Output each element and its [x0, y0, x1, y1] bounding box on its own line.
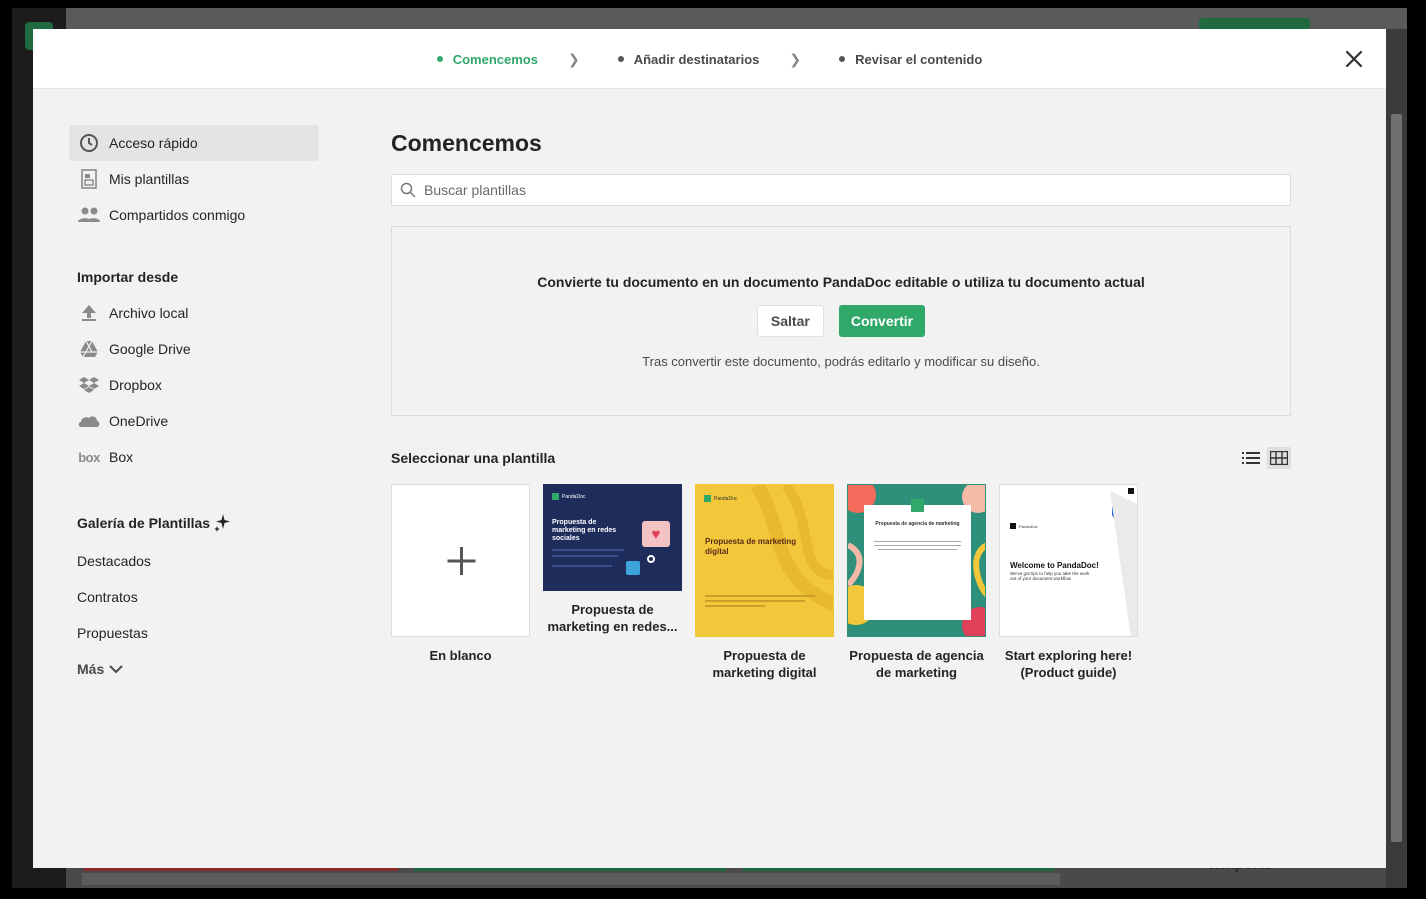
sidebar-item-quick-access[interactable]: Acceso rápido: [69, 125, 319, 161]
thumb-pattern: [750, 485, 833, 612]
gallery-proposals[interactable]: Propuestas: [69, 615, 319, 651]
view-toggle: [1239, 447, 1291, 469]
gallery-more[interactable]: Más: [69, 651, 319, 687]
thumb-title: Propuesta de marketing en redes sociales: [552, 519, 617, 542]
step-dot-icon: [839, 56, 846, 62]
main-content: Comencemos Convierte tu documento en un …: [391, 125, 1291, 680]
gallery-featured[interactable]: Destacados: [69, 543, 319, 579]
template-card-product-guide[interactable]: PandaDoc Welcome to PandaDoc! We've got …: [999, 484, 1138, 681]
sidebar-item-shared-with-me[interactable]: Compartidos conmigo: [69, 197, 319, 233]
template-thumbnail: PandaDoc Welcome to PandaDoc! We've got …: [999, 484, 1138, 637]
step-comencemos[interactable]: Comencemos: [436, 51, 538, 67]
convert-note: Tras convertir este documento, podrás ed…: [642, 354, 1040, 369]
import-onedrive[interactable]: OneDrive: [69, 403, 319, 439]
google-drive-icon: [77, 337, 101, 361]
template-grid: En blanco PandaDoc Propuesta de marketin…: [391, 484, 1138, 681]
template-label: Start exploring here! (Product guide): [1004, 648, 1133, 680]
wizard-steps: Comencemos ❯ Añadir destinatarios ❯ Revi…: [33, 29, 1386, 89]
thumb-page: Propuesta de agencia de marketing: [864, 499, 971, 620]
import-dropbox[interactable]: Dropbox: [69, 367, 319, 403]
template-label: Propuesta de agencia de marketing: [849, 648, 984, 680]
template-card-blank[interactable]: En blanco: [391, 484, 530, 681]
convert-button[interactable]: Convertir: [838, 305, 926, 337]
thumb-subtitle: We've got tips to help you take the work…: [1010, 571, 1090, 581]
horizontal-scrollbar[interactable]: [82, 873, 1060, 885]
box-icon: box: [78, 449, 100, 465]
plus-icon: [447, 547, 476, 575]
select-template-heading: Seleccionar una plantilla: [391, 450, 556, 466]
template-thumbnail: Propuesta de agencia de marketing: [847, 484, 986, 637]
import-label: Dropbox: [109, 377, 162, 393]
gallery-contracts[interactable]: Contratos: [69, 579, 319, 615]
modal-sidebar: Acceso rápido Mis plantillas Compartidos…: [69, 125, 319, 687]
template-thumbnail: PandaDoc Propuesta de marketing digital: [695, 484, 834, 637]
thumb-title: Welcome to PandaDoc!: [1010, 561, 1099, 570]
search-box[interactable]: [391, 174, 1291, 206]
clock-icon: [77, 131, 101, 155]
thumb-title: Propuesta de marketing digital: [705, 537, 797, 556]
step-review-content[interactable]: Revisar el contenido: [839, 52, 982, 67]
convert-panel: Convierte tu documento en un documento P…: [391, 226, 1291, 416]
import-heading: Importar desde: [77, 269, 179, 285]
convert-message: Convierte tu documento en un documento P…: [537, 274, 1145, 290]
chevron-down-icon: [109, 664, 123, 674]
page-title: Comencemos: [391, 130, 542, 156]
grid-view-icon[interactable]: [1267, 447, 1291, 469]
import-label: Archivo local: [109, 305, 189, 321]
import-label: Google Drive: [109, 341, 191, 357]
import-label: Box: [109, 449, 134, 465]
step-dot-icon: [617, 56, 624, 62]
template-label: Propuesta de marketing digital: [712, 648, 817, 680]
thumb-brand: PandaDoc: [704, 495, 737, 502]
import-label: OneDrive: [109, 413, 169, 429]
dropbox-icon: [77, 373, 101, 397]
vertical-scrollbar[interactable]: [1391, 114, 1402, 842]
search-icon: [400, 182, 416, 198]
template-card-agency-marketing[interactable]: Propuesta de agencia de marketing Propue…: [847, 484, 986, 681]
close-icon[interactable]: [1342, 47, 1366, 71]
template-thumbnail: PandaDoc Propuesta de marketing en redes…: [543, 484, 682, 591]
onedrive-icon: [77, 409, 101, 433]
thumb-brand: PandaDoc: [552, 493, 585, 500]
template-thumbnail: [391, 484, 530, 637]
list-view-icon[interactable]: [1239, 447, 1263, 469]
step-dot-icon: [436, 56, 443, 62]
skip-button[interactable]: Saltar: [756, 305, 824, 337]
chevron-right-icon: ❯: [567, 50, 580, 67]
upload-icon: [77, 301, 101, 325]
import-google-drive[interactable]: Google Drive: [69, 331, 319, 367]
template-label: Propuesta de marketing en redes...: [547, 602, 678, 634]
import-box[interactable]: box Box: [69, 439, 319, 475]
gallery-heading-label: Galería de Plantillas: [77, 515, 211, 531]
pandadoc-logo-icon: [911, 499, 924, 512]
step-label: Revisar el contenido: [855, 51, 983, 67]
new-document-modal: Comencemos ❯ Añadir destinatarios ❯ Revi…: [33, 29, 1386, 868]
people-icon: [77, 203, 101, 227]
sidebar-item-label: Compartidos conmigo: [109, 207, 246, 223]
template-icon: [77, 167, 101, 191]
thumb-brand: PandaDoc: [1010, 523, 1038, 529]
template-label: En blanco: [429, 648, 492, 663]
step-label: Añadir destinatarios: [633, 51, 760, 67]
template-card-social-media[interactable]: PandaDoc Propuesta de marketing en redes…: [543, 484, 682, 681]
sidebar-item-label: Mis plantillas: [109, 171, 190, 187]
sparkle-icon: [213, 513, 231, 533]
thumb-title: Propuesta de agencia de marketing: [875, 521, 960, 527]
heart-icon: ♥: [642, 521, 670, 547]
search-input[interactable]: [424, 182, 1274, 198]
more-label: Más: [77, 661, 105, 677]
step-add-recipients[interactable]: Añadir destinatarios: [617, 51, 760, 67]
template-card-digital-marketing[interactable]: PandaDoc Propuesta de marketing digital …: [695, 484, 834, 681]
convert-buttons: Saltar Convertir: [392, 305, 1290, 337]
gallery-heading: Galería de Plantillas: [69, 505, 319, 541]
sidebar-item-my-templates[interactable]: Mis plantillas: [69, 161, 319, 197]
chevron-right-icon: ❯: [789, 50, 802, 67]
import-local-file[interactable]: Archivo local: [69, 295, 319, 331]
modal-header: Comencemos ❯ Añadir destinatarios ❯ Revi…: [33, 29, 1386, 89]
step-label: Comencemos: [452, 51, 538, 67]
sidebar-item-label: Acceso rápido: [109, 135, 198, 151]
